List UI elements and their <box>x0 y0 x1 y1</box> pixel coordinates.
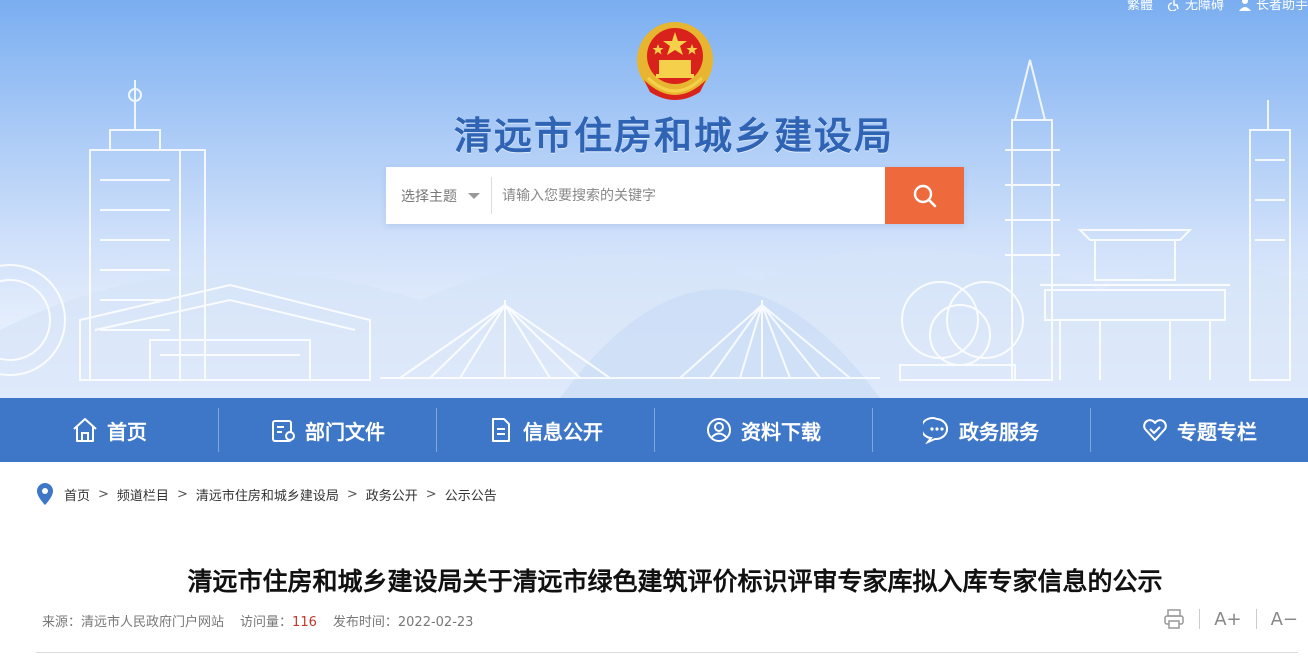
topic-select[interactable]: 选择主题 <box>386 167 492 224</box>
search-icon <box>913 184 936 207</box>
print-icon <box>1164 609 1184 629</box>
breadcrumb-announcements[interactable]: 公示公告 <box>445 485 497 504</box>
source-value: 清远市人民政府门户网站 <box>81 615 225 630</box>
date-info: 发布时间：2022-02-23 <box>333 611 474 630</box>
location-pin-icon <box>37 483 53 505</box>
article-title: 清远市住房和城乡建设局关于清远市绿色建筑评价标识评审专家库拟入库专家信息的公示 <box>187 567 1163 596</box>
search-input[interactable] <box>492 167 885 224</box>
tool-divider <box>1199 609 1201 629</box>
topic-select-label: 选择主题 <box>401 188 457 205</box>
breadcrumb-separator: > <box>176 486 188 502</box>
chat-service-icon <box>923 417 949 444</box>
nav-item-label: 信息公开 <box>523 419 603 444</box>
breadcrumb-channel[interactable]: 频道栏目 <box>117 485 169 504</box>
accessibility-label: 无障碍 <box>1184 0 1224 13</box>
nav-item-gov-services[interactable]: 政务服务 <box>872 398 1090 462</box>
date-value: 2022-02-23 <box>397 615 474 630</box>
nav-item-label: 部门文件 <box>305 419 385 444</box>
breadcrumb-bureau[interactable]: 清远市住房和城乡建设局 <box>196 485 339 504</box>
top-utility-links: 繁體 无障碍 长者助手 <box>1127 0 1308 13</box>
header-banner: 繁體 无障碍 长者助手 清远市住房和城乡建设局 选择主题 <box>0 0 1308 398</box>
main-nav: 首页 部门文件 信息公开 资料下载 政务服务 专题专栏 <box>0 398 1308 462</box>
home-icon <box>73 418 97 442</box>
article-tools: A+ A− <box>1163 606 1298 632</box>
source-label: 来源： <box>42 615 82 630</box>
tool-divider <box>1255 609 1257 629</box>
national-emblem <box>637 22 713 100</box>
nav-item-downloads[interactable]: 资料下载 <box>654 398 872 462</box>
nav-item-label: 专题专栏 <box>1177 419 1257 444</box>
nav-item-info-disclosure[interactable]: 信息公开 <box>436 398 654 462</box>
date-label: 发布时间： <box>332 615 398 630</box>
breadcrumb-separator: > <box>425 486 437 502</box>
search-button[interactable] <box>885 167 964 224</box>
views-info: 访问量：116 <box>240 611 317 630</box>
nav-item-department-files[interactable]: 部门文件 <box>218 398 436 462</box>
traditional-chinese-label: 繁體 <box>1126 0 1153 13</box>
breadcrumb-separator: > <box>346 486 358 502</box>
print-button[interactable] <box>1163 606 1185 632</box>
breadcrumb-gov-affairs[interactable]: 政务公开 <box>366 485 418 504</box>
font-decrease-button[interactable]: A− <box>1271 606 1298 632</box>
chevron-down-icon <box>468 192 480 199</box>
views-label: 访问量： <box>240 615 293 630</box>
nav-item-home[interactable]: 首页 <box>0 398 218 462</box>
traditional-chinese-link[interactable]: 繁體 <box>1127 0 1153 13</box>
breadcrumb-separator: > <box>98 486 109 502</box>
document-list-icon <box>272 420 295 442</box>
breadcrumb: 首页 > 频道栏目 > 清远市住房和城乡建设局 > 政务公开 > 公示公告 <box>36 482 497 506</box>
nav-item-label: 资料下载 <box>741 419 821 444</box>
article-meta: 来源：清远市人民政府门户网站 访问量：116 发布时间：2022-02-23 <box>42 611 473 630</box>
breadcrumb-home[interactable]: 首页 <box>64 485 90 504</box>
divider-line <box>36 652 1298 653</box>
nav-item-special-topics[interactable]: 专题专栏 <box>1090 398 1308 462</box>
elder-assistant-label: 长者助手 <box>1255 0 1308 13</box>
accessibility-link[interactable]: 无障碍 <box>1167 0 1224 13</box>
nav-item-label: 首页 <box>107 419 147 444</box>
site-title: 清远市住房和城乡建设局 <box>453 114 894 158</box>
elder-assistant-icon <box>1238 0 1251 11</box>
elder-assistant-link[interactable]: 长者助手 <box>1238 0 1308 13</box>
nav-item-label: 政务服务 <box>959 419 1039 444</box>
source-info: 来源：清远市人民政府门户网站 <box>42 611 224 630</box>
search-bar: 选择主题 <box>386 167 964 224</box>
font-increase-button[interactable]: A+ <box>1214 606 1241 632</box>
user-download-icon <box>707 418 731 442</box>
heart-special-icon <box>1143 419 1167 441</box>
accessibility-icon <box>1167 0 1179 11</box>
views-count: 116 <box>292 615 317 630</box>
file-icon <box>492 418 510 442</box>
